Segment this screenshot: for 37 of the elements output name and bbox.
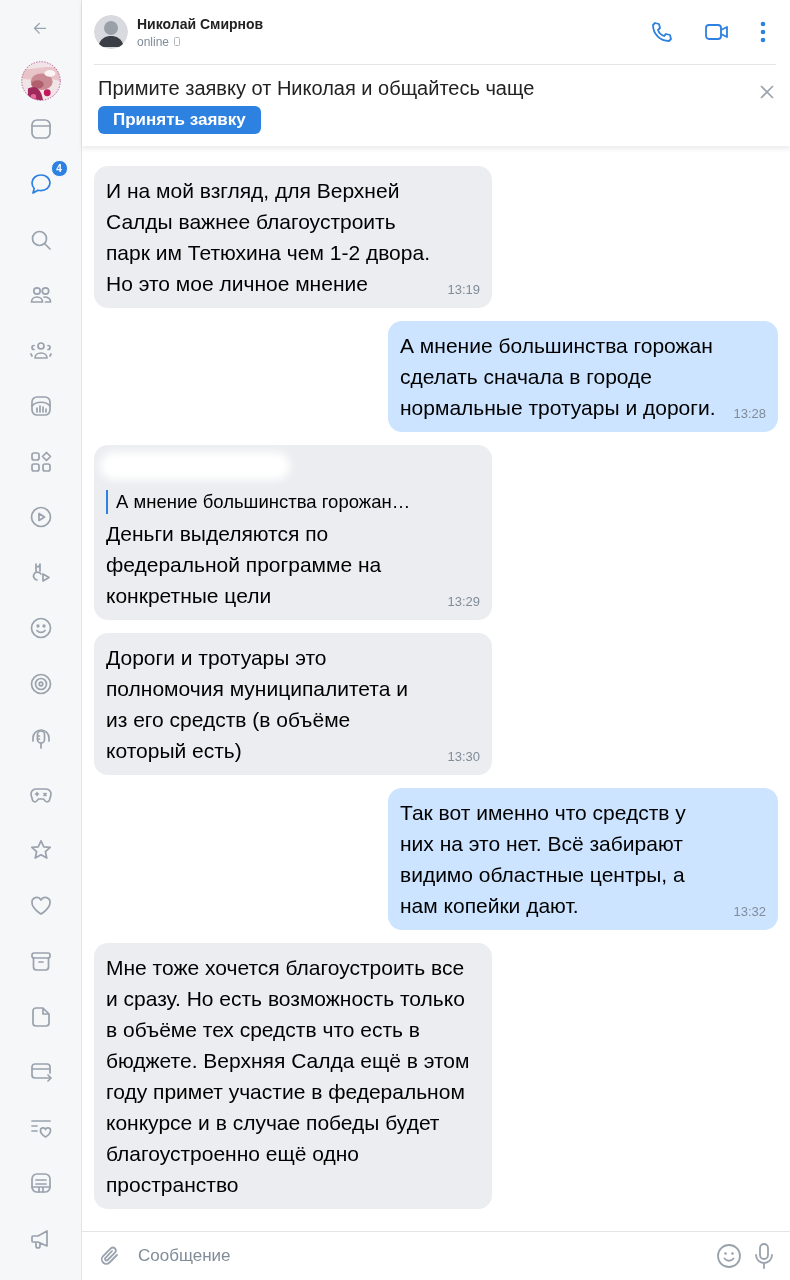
video-call-icon[interactable] — [704, 22, 730, 42]
smile-icon[interactable] — [28, 616, 53, 640]
browser-icon[interactable] — [28, 116, 53, 141]
message-time: 13:32 — [733, 904, 766, 919]
message-time: 13:28 — [733, 406, 766, 421]
microphone-icon[interactable] — [754, 1243, 774, 1269]
notes-icon[interactable] — [28, 1171, 53, 1195]
call-icon[interactable] — [650, 20, 674, 44]
star-icon[interactable] — [28, 838, 53, 862]
message-text: И на мой взгляд, для Верхней Салды важнее благоустроить парк им Тетюхина чем 1-2 двора. Но это мое личное мнение — [106, 178, 431, 297]
phone-icon — [174, 37, 181, 46]
apps-icon[interactable] — [28, 449, 53, 474]
chat-icon[interactable] — [28, 172, 53, 196]
archive-icon[interactable] — [28, 949, 53, 973]
friend-request-text: Примите заявку от Николая и общайтесь чаще — [98, 77, 535, 100]
avatar[interactable] — [94, 15, 128, 49]
message-text: Мне тоже хочется благоустроить все и сразу. Но есть возможность только в объёме тех средств что есть в бюджете. Верхняя Салда ещё в этом году примет участие в федеральном конкурсе и в случае победы будет благоустроенно ещё одно пространство — [106, 955, 471, 1198]
message-time: 13:29 — [447, 594, 480, 609]
emoji-icon[interactable] — [716, 1243, 742, 1269]
accept-request-button[interactable]: Принять заявку — [98, 106, 261, 134]
target-icon[interactable] — [28, 671, 53, 696]
card-icon[interactable] — [28, 1060, 53, 1084]
message-input[interactable]: Сообщение — [134, 1246, 704, 1266]
quoted-message[interactable]: А мнение большинства горожан… — [106, 490, 480, 514]
more-icon[interactable] — [760, 21, 766, 43]
message-text: Дороги и тротуары это полномочия муниципалитета и из его средств (в объёме который есть) — [106, 645, 409, 764]
message-text: А мнение большинства горожан сделать сначала в городе нормальные тротуары и дороги. — [400, 333, 717, 421]
online-status: online — [137, 34, 170, 49]
play-icon[interactable] — [28, 505, 53, 529]
unread-count-badge: 4 — [50, 160, 68, 177]
chart-icon[interactable] — [28, 394, 53, 418]
message-text: Так вот именно что средств у них на это нет. Всё забирают видимо областные центры, а нам копейки дают. — [400, 800, 687, 919]
message-time: 13:19 — [447, 282, 480, 297]
contact-name[interactable]: Николай Смирнов — [137, 15, 641, 32]
message-time: 13:30 — [447, 749, 480, 764]
message-text: Деньги выделяются по федеральной программе на конкретные цели — [106, 521, 383, 609]
close-icon[interactable] — [760, 85, 774, 99]
